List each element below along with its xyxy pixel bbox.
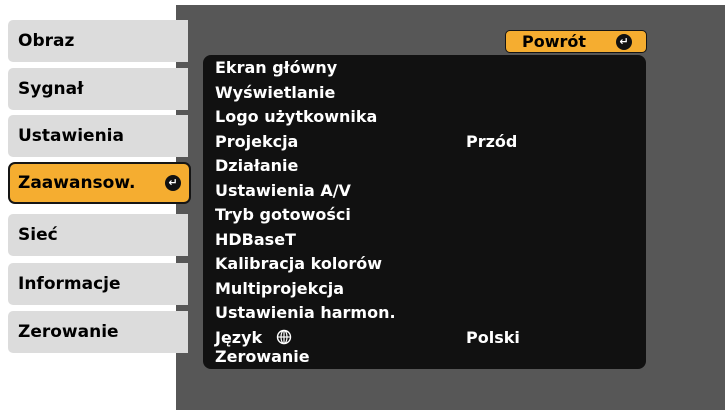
menu-item-multiprojekcja[interactable]: Multiprojekcja [215, 276, 344, 301]
menu-item-label: Ekran główny [215, 58, 338, 77]
projekcja-value: Przód [466, 131, 518, 151]
menu-item-zerowanie[interactable]: Zerowanie [215, 344, 310, 369]
menu-item-tryb-gotowosci[interactable]: Tryb gotowości [215, 202, 351, 227]
menu-item-hdbaset[interactable]: HDBaseT [215, 227, 296, 252]
tab-label: Sieć [18, 225, 58, 245]
enter-icon: ↵ [616, 34, 632, 50]
enter-icon: ↵ [165, 175, 181, 191]
menu-item-dzialanie[interactable]: Działanie [215, 153, 298, 178]
tab-ustawienia[interactable]: Ustawienia [8, 115, 188, 157]
back-label: Powrót [522, 32, 587, 51]
menu-item-label: Ustawienia harmon. [215, 303, 396, 322]
tab-zaawansowane[interactable]: Zaawansow. ↵ [8, 162, 191, 204]
menu-item-label: Zerowanie [215, 347, 310, 366]
menu-item-label: Kalibracja kolorów [215, 254, 382, 273]
tab-informacje[interactable]: Informacje [8, 263, 188, 305]
tab-label: Zaawansow. [18, 173, 136, 193]
menu-item-label: HDBaseT [215, 229, 296, 249]
tab-label: Sygnał [18, 79, 84, 99]
tab-label: Obraz [18, 31, 75, 51]
globe-icon [276, 329, 292, 344]
menu-item-label: Działanie [215, 156, 299, 175]
menu-item-ekran-glowny[interactable]: Ekran główny [215, 55, 337, 80]
menu-item-label: Wyświetlanie [215, 82, 336, 102]
menu-item-kalibracja-kolorow[interactable]: Kalibracja kolorów [215, 251, 382, 276]
tab-label: Ustawienia [18, 126, 124, 146]
tab-label: Zerowanie [18, 322, 119, 342]
menu-item-label: Ustawienia A/V [215, 180, 351, 200]
menu-item-logo-uzytkownika[interactable]: Logo użytkownika [215, 104, 377, 129]
menu-item-label: Tryb gotowości [215, 205, 351, 224]
back-button[interactable]: Powrót ↵ [505, 30, 647, 53]
left-menu: Obraz Sygnał Ustawienia Zaawansow. ↵ Sie… [0, 0, 191, 410]
tab-sygnal[interactable]: Sygnał [8, 68, 188, 110]
menu-item-ustawienia-harmon[interactable]: Ustawienia harmon. [215, 300, 396, 325]
tab-zerowanie[interactable]: Zerowanie [8, 311, 188, 353]
menu-item-label: Projekcja [215, 131, 299, 151]
tab-obraz[interactable]: Obraz [8, 20, 188, 62]
menu-item-label: Logo użytkownika [215, 107, 378, 126]
menu-item-ustawienia-av[interactable]: Ustawienia A/V [215, 178, 351, 203]
tab-label: Informacje [18, 274, 121, 294]
tab-siec[interactable]: Sieć [8, 214, 188, 256]
jezyk-value: Polski [466, 327, 520, 347]
menu-item-wyswietlanie[interactable]: Wyświetlanie [215, 80, 335, 105]
menu-item-projekcja[interactable]: Projekcja [215, 129, 298, 154]
menu-item-label: Multiprojekcja [215, 278, 345, 298]
